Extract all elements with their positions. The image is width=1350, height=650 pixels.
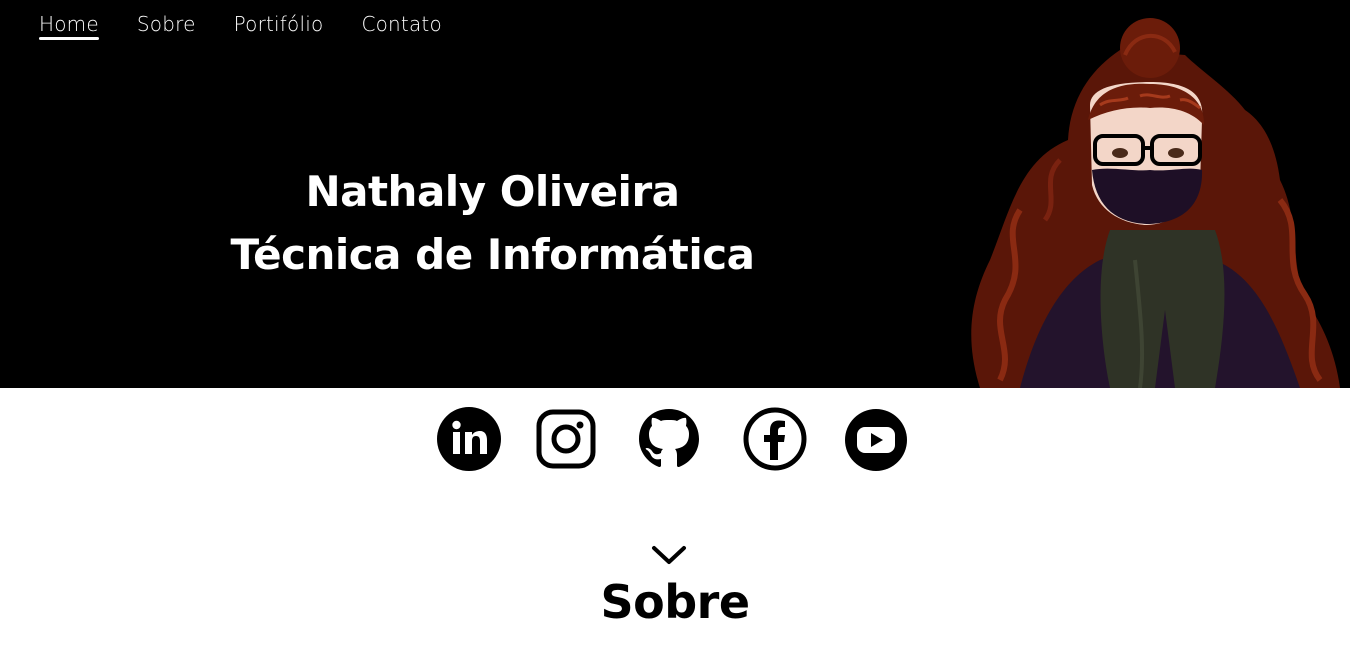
nav-link-sobre[interactable]: Sobre: [137, 12, 196, 40]
portrait-illustration: [971, 18, 1340, 388]
top-nav: Home Sobre Portifólio Contato: [39, 12, 480, 40]
linkedin-icon[interactable]: [436, 406, 502, 472]
instagram-icon[interactable]: [533, 406, 599, 472]
github-icon[interactable]: [636, 406, 702, 472]
facebook-icon[interactable]: [742, 406, 808, 472]
nav-link-portifolio[interactable]: Portifólio: [234, 12, 324, 40]
youtube-icon[interactable]: [843, 406, 909, 472]
chevron-down-icon[interactable]: [651, 543, 687, 567]
hero-banner: Home Sobre Portifólio Contato Nathaly Ol…: [0, 0, 1350, 388]
hero-name: Nathaly Oliveira: [305, 167, 680, 216]
nav-link-contato[interactable]: Contato: [361, 12, 441, 40]
nav-link-home[interactable]: Home: [39, 12, 99, 40]
section-title-sobre: Sobre: [600, 575, 750, 629]
hero-role: Técnica de Informática: [230, 230, 755, 279]
social-links: [0, 406, 1350, 474]
hero-title: Nathaly Oliveira Técnica de Informática: [180, 160, 805, 286]
